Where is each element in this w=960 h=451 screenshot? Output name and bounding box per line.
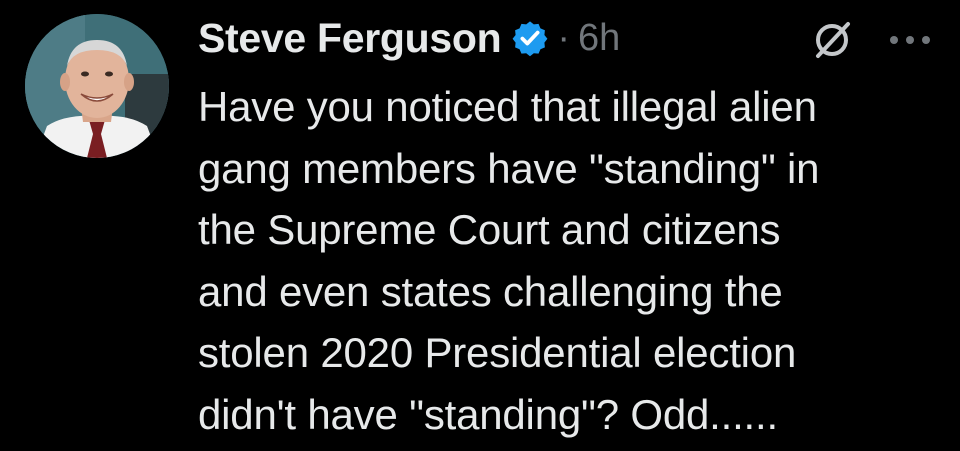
- tweet-header: Steve Ferguson · 6h: [198, 10, 938, 66]
- profile-photo: [25, 14, 169, 158]
- meta-separator: ·: [557, 16, 571, 59]
- more-options-icon[interactable]: [886, 28, 934, 52]
- timestamp[interactable]: 6h: [578, 17, 620, 60]
- author-name[interactable]: Steve Ferguson: [198, 15, 502, 62]
- avatar[interactable]: [25, 14, 169, 158]
- tweet-text: Have you noticed that illegal alien gang…: [198, 83, 820, 438]
- verified-badge-icon: [512, 21, 548, 57]
- grok-icon[interactable]: [810, 18, 854, 62]
